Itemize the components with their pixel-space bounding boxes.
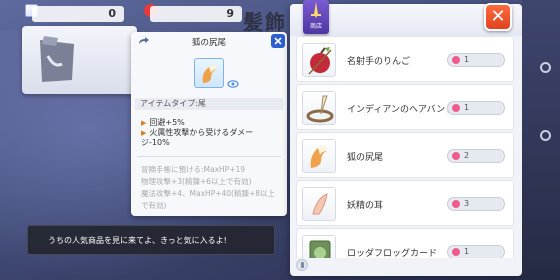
category-card[interactable] [22,26,137,94]
scroll-indicator[interactable] [296,259,308,271]
star-counter: 9 [150,6,242,22]
quantity-badge[interactable]: 1 [447,245,505,258]
item-name: 狐の尻尾 [347,153,384,163]
fairy-ear-icon [302,187,336,221]
view-icon[interactable] [227,78,239,90]
shop-badge: 商店 [303,0,329,34]
npc-message: うちの人気商品を見に来てよ、きっと気に入るよ! [27,225,275,255]
shop-row[interactable]: 妖精の耳 3 [296,180,514,226]
note-item: 冒険手帳に預ける:MaxHP+19 [141,165,246,174]
note-item: 物理攻撃+3(精錬+6以上で有効) [141,177,252,186]
item-name: インディアンのヘアバンド [347,105,455,115]
item-name: 妖精の耳 [347,201,384,211]
item-name: 狐の尻尾 [191,38,226,48]
effect-item: ▶ 火属性攻撃から受けるダメージ-10% [141,128,254,147]
detail-close-icon[interactable] [271,34,285,48]
feather-hairband-icon [302,91,336,125]
frog-card-icon [302,235,336,258]
fox-tail-icon [302,139,336,173]
share-icon[interactable] [137,36,150,49]
shop-row[interactable]: インディアンのヘアバンド 1 [296,84,514,130]
quantity-badge[interactable]: 2 [447,149,505,163]
quantity-badge[interactable]: 1 [447,53,505,67]
shop-row[interactable]: ロッダフロッグカード 1 [296,228,514,258]
item-name: 名射手のりんご [347,57,411,67]
note-list: 冒険手帳に預ける:MaxHP+19 物理攻撃+3(精錬+6以上で有効) 魔法攻撃… [141,164,281,212]
shop-badge-label: 商店 [309,23,322,30]
effect-list: ▶ 回避+5% ▶ 火属性攻撃から受けるダメージ-10% [141,118,281,148]
quantity-badge[interactable]: 3 [447,197,505,211]
shop-row[interactable]: 狐の尻尾 2 [296,132,514,178]
bag-icon [40,36,74,82]
shop-sword-icon [311,2,321,18]
divider [137,156,281,157]
item-name: ロッダフロッグカード [347,249,438,258]
shop-row[interactable]: 名射手のりんご 1 [296,36,514,82]
side-circle-button[interactable] [540,130,551,141]
item-type: アイテムタイプ:尾 [135,98,283,110]
effect-item: ▶ 回避+5% [141,118,185,127]
note-item: 魔法攻撃+4、MaxHP+40(精錬+8以上で有効) [141,189,276,210]
side-strip [522,0,560,280]
fox-tail-icon [194,58,224,88]
apple-icon [302,43,336,77]
gem-counter: 0 [32,6,124,22]
item-detail-card: 狐の尻尾 アイテムタイプ:尾 ▶ 回避+5% ▶ 火属性攻撃から受けるダメージ-10… [131,32,287,216]
side-circle-button[interactable] [540,62,551,73]
background-title: 髪飾 [243,10,287,34]
shop-close-button[interactable]: ✕ [484,3,512,31]
shop-list: 名射手のりんご 1 インディアンのヘアバンド 1 狐の尻尾 2 妖精の耳 3 ロ… [296,36,514,258]
quantity-badge[interactable]: 1 [447,101,505,115]
